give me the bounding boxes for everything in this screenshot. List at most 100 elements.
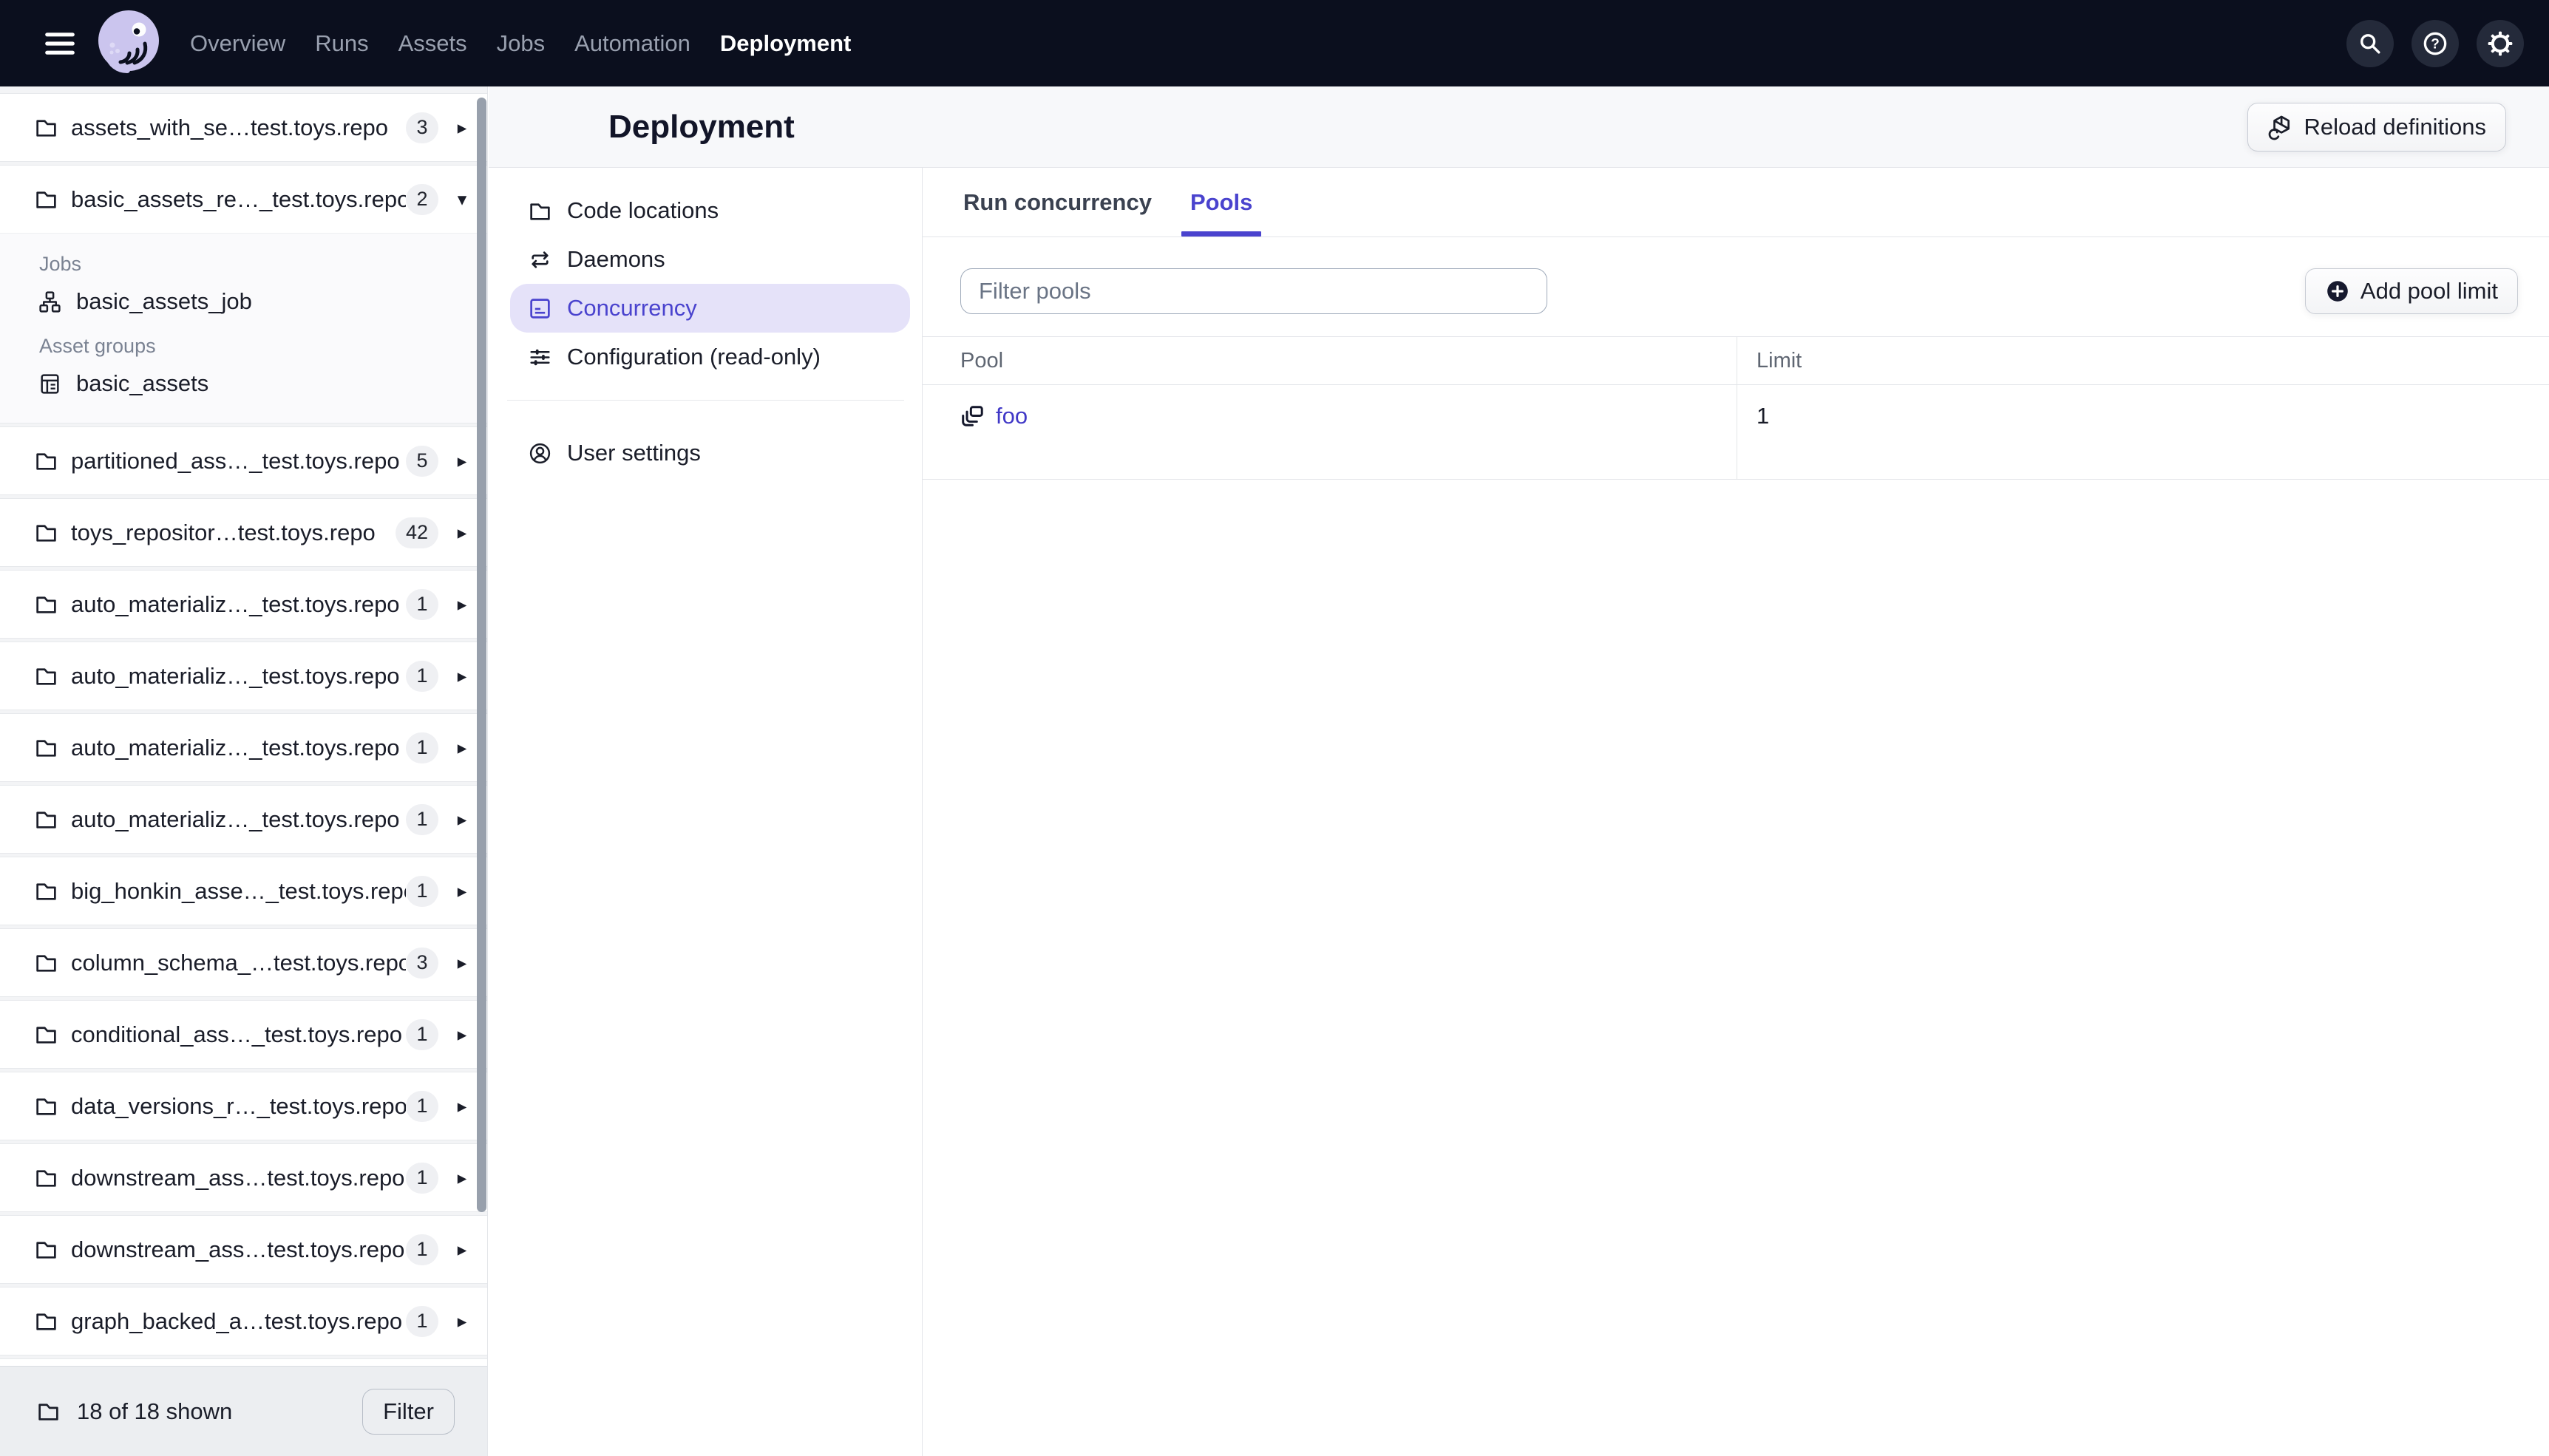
repo-row[interactable]: auto_materializ…_test.toys.repo 1 ▸ xyxy=(0,642,487,710)
repo-row[interactable]: auto_materializ…_test.toys.repo 1 ▸ xyxy=(0,571,487,638)
svg-text:?: ? xyxy=(2431,36,2440,52)
folder-icon xyxy=(34,1094,58,1118)
search-icon[interactable] xyxy=(2346,19,2394,67)
repo-card: auto_materializ…_test.toys.repo 1 ▸ xyxy=(0,713,487,782)
count-badge: 1 xyxy=(406,588,438,620)
subnav-configuration[interactable]: Configuration (read-only) xyxy=(510,333,910,381)
repo-row[interactable]: auto_materializ…_test.toys.repo 1 ▸ xyxy=(0,714,487,781)
folder-icon xyxy=(34,879,58,903)
count-badge: 1 xyxy=(406,803,438,835)
sidebar-footer: 18 of 18 shown Filter xyxy=(0,1366,487,1456)
folder-icon xyxy=(34,449,58,473)
asset-group-icon xyxy=(38,372,62,396)
repo-row[interactable]: downstream_ass…test.toys.repo 1 ▸ xyxy=(0,1144,487,1211)
help-icon[interactable]: ? xyxy=(2411,19,2459,67)
nav-icon-buttons: ? xyxy=(2346,19,2524,67)
count-badge: 1 xyxy=(406,732,438,763)
settings-gear-icon[interactable] xyxy=(2477,19,2524,67)
pool-limit-value: 1 xyxy=(1757,403,1770,429)
plus-circle-icon xyxy=(2325,279,2350,304)
folder-icon xyxy=(34,664,58,688)
pool-table-row: foo 1 xyxy=(923,385,2549,480)
count-badge: 1 xyxy=(406,1234,438,1265)
chevron-right-icon[interactable]: ▸ xyxy=(446,1024,478,1046)
pools-table-header: Pool Limit xyxy=(923,337,2549,385)
tab-pools[interactable]: Pools xyxy=(1181,168,1262,237)
asset-group-item[interactable]: basic_assets xyxy=(0,362,487,405)
repo-row[interactable]: data_versions_r…_test.toys.repo 1 ▸ xyxy=(0,1072,487,1140)
repo-label: toys_repositor…test.toys.repo xyxy=(71,519,376,545)
chevron-right-icon[interactable]: ▸ xyxy=(446,809,478,831)
repo-label: downstream_ass…test.toys.repo xyxy=(71,1236,405,1262)
chevron-right-icon[interactable]: ▸ xyxy=(446,665,478,687)
repo-row[interactable]: column_schema_…test.toys.repo 3 ▸ xyxy=(0,929,487,996)
repo-label: column_schema_…test.toys.repo xyxy=(71,949,406,976)
job-item[interactable]: basic_assets_job xyxy=(0,280,487,323)
repo-card: big_honkin_asse…_test.toys.repo 1 ▸ xyxy=(0,857,487,925)
subnav-user-settings[interactable]: User settings xyxy=(510,429,910,477)
chevron-right-icon[interactable]: ▸ xyxy=(446,117,478,139)
repo-row[interactable]: partitioned_ass…_test.toys.repo 5 ▸ xyxy=(0,427,487,494)
reload-definitions-button[interactable]: Reload definitions xyxy=(2247,102,2506,152)
repo-card: downstream_ass…test.toys.repo 1 ▸ xyxy=(0,1215,487,1284)
repo-card: toys_repositor…test.toys.repo 42 ▸ xyxy=(0,498,487,567)
nav-jobs[interactable]: Jobs xyxy=(497,30,545,57)
reload-definitions-label: Reload definitions xyxy=(2304,113,2486,140)
chevron-right-icon[interactable]: ▸ xyxy=(446,952,478,974)
folder-icon xyxy=(34,592,58,616)
subnav-label: Configuration (read-only) xyxy=(567,344,821,370)
chevron-right-icon[interactable]: ▸ xyxy=(446,1095,478,1117)
nav-overview[interactable]: Overview xyxy=(190,30,285,57)
chevron-right-icon[interactable]: ▸ xyxy=(446,593,478,616)
dagster-logo[interactable] xyxy=(95,8,165,78)
chevron-right-icon[interactable]: ▸ xyxy=(446,737,478,759)
chevron-right-icon[interactable]: ▸ xyxy=(446,450,478,472)
nav-deployment[interactable]: Deployment xyxy=(720,30,851,57)
job-icon xyxy=(38,290,62,314)
subnav-concurrency[interactable]: Concurrency xyxy=(510,284,910,333)
count-badge: 3 xyxy=(406,947,438,979)
sidebar-scrollbar[interactable] xyxy=(477,98,486,1212)
add-pool-limit-button[interactable]: Add pool limit xyxy=(2304,268,2518,314)
repo-row[interactable]: toys_repositor…test.toys.repo 42 ▸ xyxy=(0,499,487,566)
chevron-right-icon[interactable]: ▸ xyxy=(446,1167,478,1189)
repo-label: big_honkin_asse…_test.toys.repo xyxy=(71,877,406,904)
sidebar-filter-button[interactable]: Filter xyxy=(362,1388,455,1435)
chevron-right-icon[interactable]: ▸ xyxy=(446,522,478,544)
nav-assets[interactable]: Assets xyxy=(398,30,467,57)
repo-expanded-content: Jobs basic_assets_job Asset groups basic… xyxy=(0,233,487,423)
repo-row[interactable]: assets_with_se…test.toys.repo 3 ▸ xyxy=(0,94,487,161)
repo-row[interactable]: downstream_ass…test.toys.repo 1 ▸ xyxy=(0,1216,487,1283)
subnav-label: Daemons xyxy=(567,246,665,272)
nav-runs[interactable]: Runs xyxy=(315,30,368,57)
chevron-right-icon[interactable]: ▸ xyxy=(446,1239,478,1261)
chevron-down-icon[interactable]: ▾ xyxy=(446,188,478,211)
folder-icon xyxy=(528,199,552,223)
repo-row[interactable]: conditional_ass…_test.toys.repo 1 ▸ xyxy=(0,1001,487,1068)
repo-card: assets_with_se…test.toys.repo 3 ▸ xyxy=(0,93,487,162)
chevron-right-icon[interactable]: ▸ xyxy=(446,1310,478,1333)
repo-list: partitioned_ass…_test.toys.repo 5 ▸ toys… xyxy=(0,426,487,1427)
filter-pools-input[interactable] xyxy=(960,268,1547,314)
reload-cube-icon xyxy=(2267,114,2294,140)
jobs-section-heading: Jobs xyxy=(39,253,82,275)
repo-row[interactable]: graph_backed_a…test.toys.repo 1 ▸ xyxy=(0,1287,487,1355)
folder-icon xyxy=(34,1166,58,1190)
chevron-right-icon[interactable]: ▸ xyxy=(446,880,478,902)
repo-row[interactable]: basic_assets_re…_test.toys.repo 2 ▾ xyxy=(0,166,487,233)
column-header-limit: Limit xyxy=(1757,348,1802,372)
repo-row[interactable]: auto_materializ…_test.toys.repo 1 ▸ xyxy=(0,786,487,853)
pool-name-link[interactable]: foo xyxy=(996,403,1028,429)
tab-run-concurrency[interactable]: Run concurrency xyxy=(960,168,1155,237)
folder-icon xyxy=(34,115,58,140)
nav-automation[interactable]: Automation xyxy=(574,30,690,57)
repo-label: auto_materializ…_test.toys.repo xyxy=(71,662,400,689)
repo-row[interactable]: big_honkin_asse…_test.toys.repo 1 ▸ xyxy=(0,857,487,925)
subnav-divider xyxy=(507,400,904,401)
count-badge: 1 xyxy=(406,1162,438,1194)
job-label: basic_assets_job xyxy=(76,288,252,314)
subnav-code-locations[interactable]: Code locations xyxy=(510,186,910,235)
folder-icon xyxy=(34,807,58,831)
menu-icon[interactable] xyxy=(35,19,84,68)
subnav-daemons[interactable]: Daemons xyxy=(510,235,910,284)
